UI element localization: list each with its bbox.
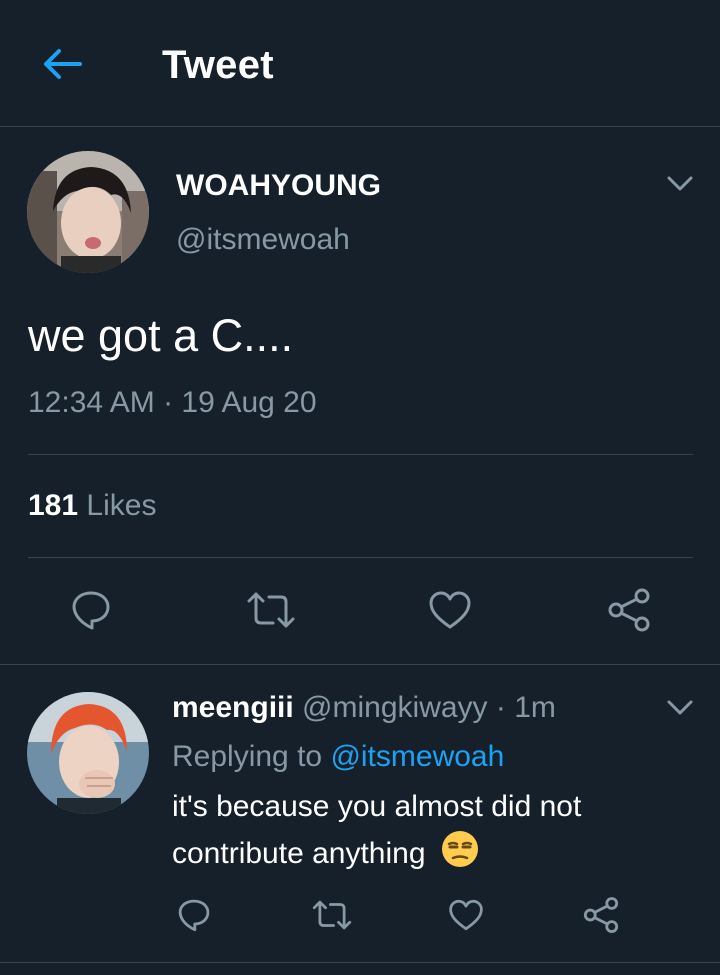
chevron-down-icon [667,176,693,191]
retweet-icon [247,592,295,628]
comment-icon [72,591,110,630]
reply-display-name[interactable]: meengiii [172,691,294,724]
page-title: Tweet [162,43,274,87]
reply-options-button[interactable] [662,690,698,726]
share-button[interactable] [601,582,657,638]
arrow-left-icon [44,49,82,79]
reply-button[interactable] [63,582,119,638]
tweet-options-button[interactable] [662,166,698,202]
replying-to: Replying to @itsmewoah [172,737,504,777]
reply-like-button[interactable] [438,887,494,943]
heart-icon [449,899,483,931]
retweet-button[interactable] [243,582,299,638]
header-divider [0,126,720,127]
tweet-divider [0,664,720,665]
author-avatar[interactable] [27,151,149,273]
top-bar: Tweet [0,0,720,126]
reply-reply-button[interactable] [166,887,222,943]
comment-icon [178,899,210,932]
timestamp-divider [28,454,693,455]
likes-label: Likes [86,489,157,522]
unamused-face-icon [440,829,480,882]
reply-header: meengiii @mingkiwayy · 1m [172,688,556,728]
share-icon [608,588,650,632]
reply-avatar[interactable] [27,692,149,814]
share-icon [583,897,619,933]
author-handle[interactable]: @itsmewoah [176,220,350,260]
reply-text: it's because you almost did not contribu… [172,790,582,870]
retweet-icon [312,900,352,930]
reply-share-button[interactable] [573,887,629,943]
back-button[interactable] [38,40,86,88]
reply-text-block: it's because you almost did not contribu… [172,785,672,882]
replying-prefix: Replying to [172,740,323,773]
reply-retweet-button[interactable] [304,887,360,943]
likes-stat[interactable]: 181 Likes [28,486,156,526]
reply-handle-time[interactable]: @mingkiwayy · 1m [302,691,556,724]
author-display-name[interactable]: WOAHYOUNG [176,166,381,206]
reply-divider [0,962,720,963]
likes-count: 181 [28,489,79,522]
chevron-down-icon [667,700,693,715]
like-button[interactable] [422,582,478,638]
heart-icon [429,591,471,629]
replying-mention-link[interactable]: @itsmewoah [330,740,504,773]
tweet-timestamp[interactable]: 12:34 AM · 19 Aug 20 [28,383,317,423]
tweet-text: we got a C.... [28,310,294,361]
likes-divider [28,557,693,558]
